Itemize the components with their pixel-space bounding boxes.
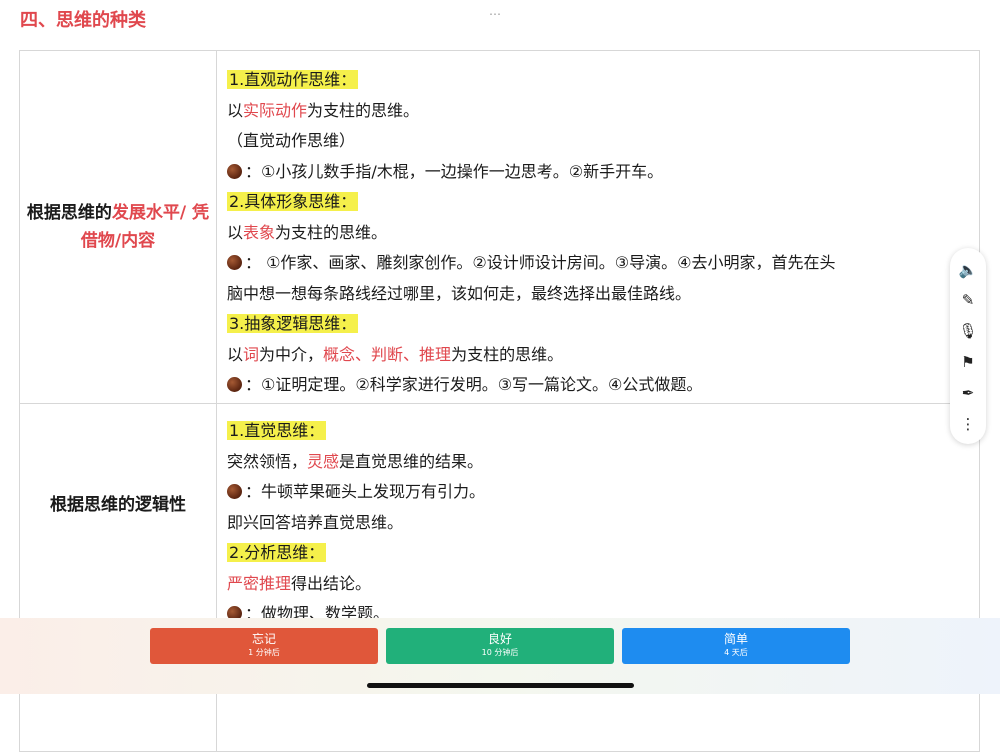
side-toolbar: 🔈 ✎ 🎙 ⚑ ✒ ⋮ (950, 248, 986, 444)
flag-icon[interactable]: ⚑ (950, 350, 986, 374)
content-line: 以实际动作为支柱的思维。 (227, 100, 420, 120)
row-content: 1.直觉思维： 突然领悟，灵感是直觉思维的结果。 ：牛顿苹果砸头上发现万有引力。即兴… (216, 403, 980, 752)
row-label: 根据思维的发展水平/ 凭借物/内容 (19, 50, 217, 404)
row-label: 根据思维的逻辑性 (19, 403, 217, 752)
chestnut-icon (227, 163, 242, 179)
content-line: 2.分析思维： (227, 543, 327, 562)
chestnut-icon (227, 255, 242, 271)
content-line: 突然领悟，灵感是直觉思维的结果。 (227, 451, 484, 471)
content-line: ：①证明定理。②科学家进行发明。③写一篇论文。④公式做题。 (227, 370, 971, 401)
content-line: （直觉动作思维） (227, 131, 356, 151)
content-line: 1.直观动作思维： (227, 70, 359, 90)
forget-button[interactable]: 忘记 1 分钟后 (150, 628, 378, 664)
microphone-icon[interactable]: 🎙 (950, 319, 986, 343)
more-icon[interactable]: ⋯ (489, 7, 502, 21)
speaker-icon[interactable]: 🔈 (950, 258, 986, 282)
table-row: 根据思维的发展水平/ 凭借物/内容 1.直观动作思维： 以实际动作为支柱的思维。 （… (19, 50, 980, 404)
content-line: 1.直觉思维： (227, 421, 327, 440)
section-title: 四、思维的种类 (20, 10, 146, 31)
content-line: 以词为中介，概念、判断、推理为支柱的思维。 (227, 344, 564, 364)
table-row: 根据思维的逻辑性 1.直觉思维： 突然领悟，灵感是直觉思维的结果。 ：牛顿苹果砸头上… (19, 403, 980, 752)
chestnut-icon (227, 484, 242, 499)
content-line: 2.具体形象思维： (227, 192, 359, 212)
good-button[interactable]: 良好 10 分钟后 (386, 628, 614, 664)
content-line: 即兴回答培养直觉思维。 (227, 512, 404, 532)
chestnut-icon (227, 377, 242, 393)
content-line: ： ①作家、画家、雕刻家创作。②设计师设计房间。③导演。④去小明家，首先在头 (227, 248, 971, 279)
row-content: 1.直观动作思维： 以实际动作为支柱的思维。 （直觉动作思维） ：①小孩儿数手指/木棍… (216, 50, 980, 404)
pen-icon[interactable]: ✒ (950, 381, 986, 405)
content-line: ：①小孩儿数手指/木棍，一边操作一边思考。②新手开车。 (227, 157, 971, 188)
content-line: 严密推理得出结论。 (227, 573, 372, 593)
content-line: 脑中想一想每条路线经过哪里，该如何走，最终选择出最佳路线。 (227, 283, 692, 303)
content-line: 以表象为支柱的思维。 (227, 222, 388, 242)
home-indicator (367, 683, 634, 688)
pencil-icon[interactable]: ✎ (950, 288, 986, 312)
easy-button[interactable]: 简单 4 天后 (622, 628, 850, 664)
content-line: ：牛顿苹果砸头上发现万有引力。 (227, 477, 971, 508)
toolbar-more-icon[interactable]: ⋮ (950, 412, 986, 436)
content-line: 3.抽象逻辑思维： (227, 314, 359, 334)
